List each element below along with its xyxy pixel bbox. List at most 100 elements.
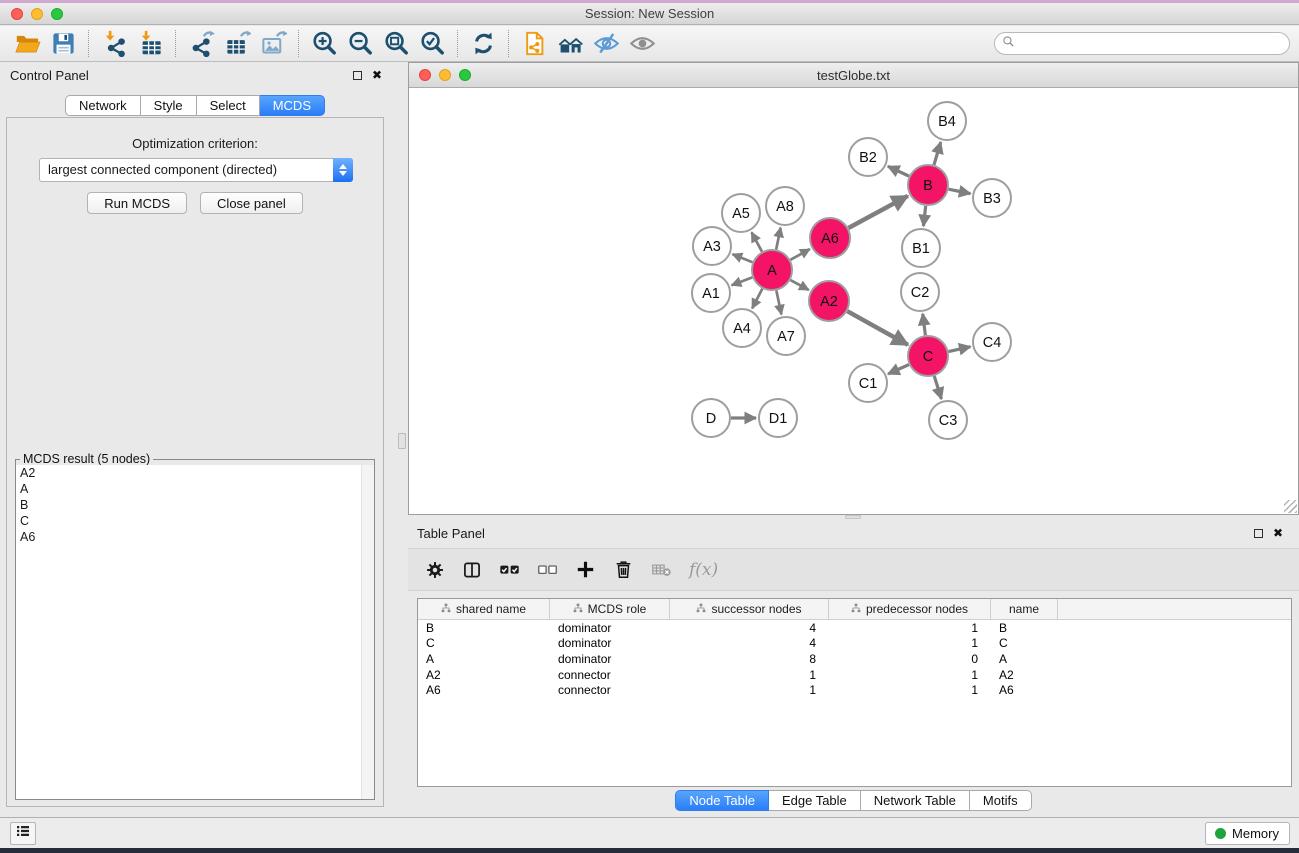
node-C[interactable]: C xyxy=(908,336,948,376)
table-settings-icon[interactable] xyxy=(425,560,445,580)
mcds-result-item[interactable]: A2 xyxy=(16,465,374,481)
edge-C-C4[interactable] xyxy=(949,347,971,352)
column-header-successor-nodes[interactable]: successor nodes xyxy=(670,599,829,619)
export-table-icon[interactable] xyxy=(219,29,255,59)
home-icon[interactable] xyxy=(552,29,588,59)
split-table-icon[interactable] xyxy=(462,560,482,580)
add-row-icon[interactable] xyxy=(575,559,596,580)
mcds-result-item[interactable]: A6 xyxy=(16,529,374,545)
edge-A-A2[interactable] xyxy=(790,280,808,290)
window-resize-grip[interactable] xyxy=(1284,500,1297,513)
edge-A-A8[interactable] xyxy=(776,228,780,250)
export-image-icon[interactable] xyxy=(255,29,291,59)
search-input-field[interactable] xyxy=(1019,37,1282,51)
edge-C-C1[interactable] xyxy=(888,365,909,374)
node-B4[interactable]: B4 xyxy=(928,102,966,140)
tab-select[interactable]: Select xyxy=(197,95,260,116)
zoom-in-icon[interactable] xyxy=(306,29,342,59)
tab-node-table[interactable]: Node Table xyxy=(675,790,769,811)
network-maximize-icon[interactable] xyxy=(459,69,471,81)
close-table-panel-icon[interactable]: ✖ xyxy=(1273,528,1283,538)
tab-edge-table[interactable]: Edge Table xyxy=(769,790,861,811)
mcds-result-list[interactable]: A2ABCA6 xyxy=(16,465,374,799)
minimize-window-icon[interactable] xyxy=(31,8,43,20)
optimization-criterion-select[interactable]: largest connected component (directed) xyxy=(39,158,353,182)
column-header-name[interactable]: name xyxy=(991,599,1058,619)
column-header-shared-name[interactable]: shared name xyxy=(418,599,550,619)
column-header-MCDS-role[interactable]: MCDS role xyxy=(550,599,670,619)
node-C4[interactable]: C4 xyxy=(973,323,1011,361)
table-row[interactable]: Bdominator41B xyxy=(418,620,1291,636)
select-all-rows-icon[interactable] xyxy=(499,559,520,580)
mcds-result-item[interactable]: A xyxy=(16,481,374,497)
tab-motifs[interactable]: Motifs xyxy=(970,790,1032,811)
node-B3[interactable]: B3 xyxy=(973,179,1011,217)
edge-A2-C[interactable] xyxy=(847,311,908,345)
float-table-panel-icon[interactable] xyxy=(1254,529,1263,538)
node-table[interactable]: shared nameMCDS rolesuccessor nodesprede… xyxy=(417,598,1292,787)
open-session-icon[interactable] xyxy=(9,29,45,59)
network-canvas[interactable]: AA1A2A3A4A5A6A7A8BB1B2B3B4CC1C2C3C4DD1 xyxy=(409,89,1298,514)
close-window-icon[interactable] xyxy=(11,8,23,20)
export-network-icon[interactable] xyxy=(183,29,219,59)
deselect-all-rows-icon[interactable] xyxy=(537,559,558,580)
node-A[interactable]: A xyxy=(752,250,792,290)
edge-A-A5[interactable] xyxy=(752,232,762,251)
memory-button[interactable]: Memory xyxy=(1205,822,1290,845)
tab-network-table[interactable]: Network Table xyxy=(861,790,970,811)
edge-A-A1[interactable] xyxy=(732,277,753,285)
import-network-icon[interactable] xyxy=(96,29,132,59)
horizontal-splitter-handle[interactable] xyxy=(845,515,861,519)
table-row[interactable]: Cdominator41C xyxy=(418,636,1291,652)
hide-graphics-details-icon[interactable] xyxy=(588,29,624,59)
refresh-icon[interactable] xyxy=(465,29,501,59)
network-minimize-icon[interactable] xyxy=(439,69,451,81)
tab-mcds[interactable]: MCDS xyxy=(260,95,325,116)
node-A8[interactable]: A8 xyxy=(766,187,804,225)
show-graphics-details-icon[interactable] xyxy=(624,29,660,59)
maximize-window-icon[interactable] xyxy=(51,8,63,20)
zoom-fit-icon[interactable] xyxy=(378,29,414,59)
close-panel-button[interactable]: Close panel xyxy=(200,192,303,214)
node-C1[interactable]: C1 xyxy=(849,364,887,402)
float-panel-icon[interactable] xyxy=(353,71,362,80)
edge-B-B4[interactable] xyxy=(934,142,941,165)
zoom-out-icon[interactable] xyxy=(342,29,378,59)
network-close-icon[interactable] xyxy=(419,69,431,81)
table-row[interactable]: Adominator80A xyxy=(418,651,1291,667)
mcds-list-scrollbar[interactable] xyxy=(361,465,374,799)
node-C2[interactable]: C2 xyxy=(901,273,939,311)
edge-B-B3[interactable] xyxy=(949,189,971,193)
edge-A-A7[interactable] xyxy=(776,291,781,315)
edge-C-C2[interactable] xyxy=(923,314,926,335)
edge-A-A3[interactable] xyxy=(732,254,752,262)
node-A5[interactable]: A5 xyxy=(722,194,760,232)
edge-A6-B[interactable] xyxy=(848,196,907,228)
node-D1[interactable]: D1 xyxy=(759,399,797,437)
node-A3[interactable]: A3 xyxy=(693,227,731,265)
tab-network[interactable]: Network xyxy=(65,95,141,116)
edge-C-C3[interactable] xyxy=(934,376,941,399)
node-B1[interactable]: B1 xyxy=(902,229,940,267)
edge-A-A4[interactable] xyxy=(752,289,762,309)
search-input[interactable] xyxy=(994,32,1290,55)
node-A4[interactable]: A4 xyxy=(723,309,761,347)
mcds-result-item[interactable]: B xyxy=(16,497,374,513)
close-panel-icon[interactable]: ✖ xyxy=(372,70,382,80)
node-B[interactable]: B xyxy=(908,165,948,205)
table-row[interactable]: A6connector11A6 xyxy=(418,682,1291,698)
column-header-predecessor-nodes[interactable]: predecessor nodes xyxy=(829,599,991,619)
new-network-icon[interactable] xyxy=(516,29,552,59)
save-session-icon[interactable] xyxy=(45,29,81,59)
node-A2[interactable]: A2 xyxy=(809,281,849,321)
node-A6[interactable]: A6 xyxy=(810,218,850,258)
import-table-icon[interactable] xyxy=(132,29,168,59)
edge-B-B2[interactable] xyxy=(888,166,909,176)
node-A7[interactable]: A7 xyxy=(767,317,805,355)
run-mcds-button[interactable]: Run MCDS xyxy=(87,192,187,214)
edge-A-A6[interactable] xyxy=(790,249,809,260)
node-B2[interactable]: B2 xyxy=(849,138,887,176)
task-history-button[interactable] xyxy=(10,822,36,845)
zoom-selected-icon[interactable] xyxy=(414,29,450,59)
select-stepper-icon[interactable] xyxy=(333,158,353,182)
